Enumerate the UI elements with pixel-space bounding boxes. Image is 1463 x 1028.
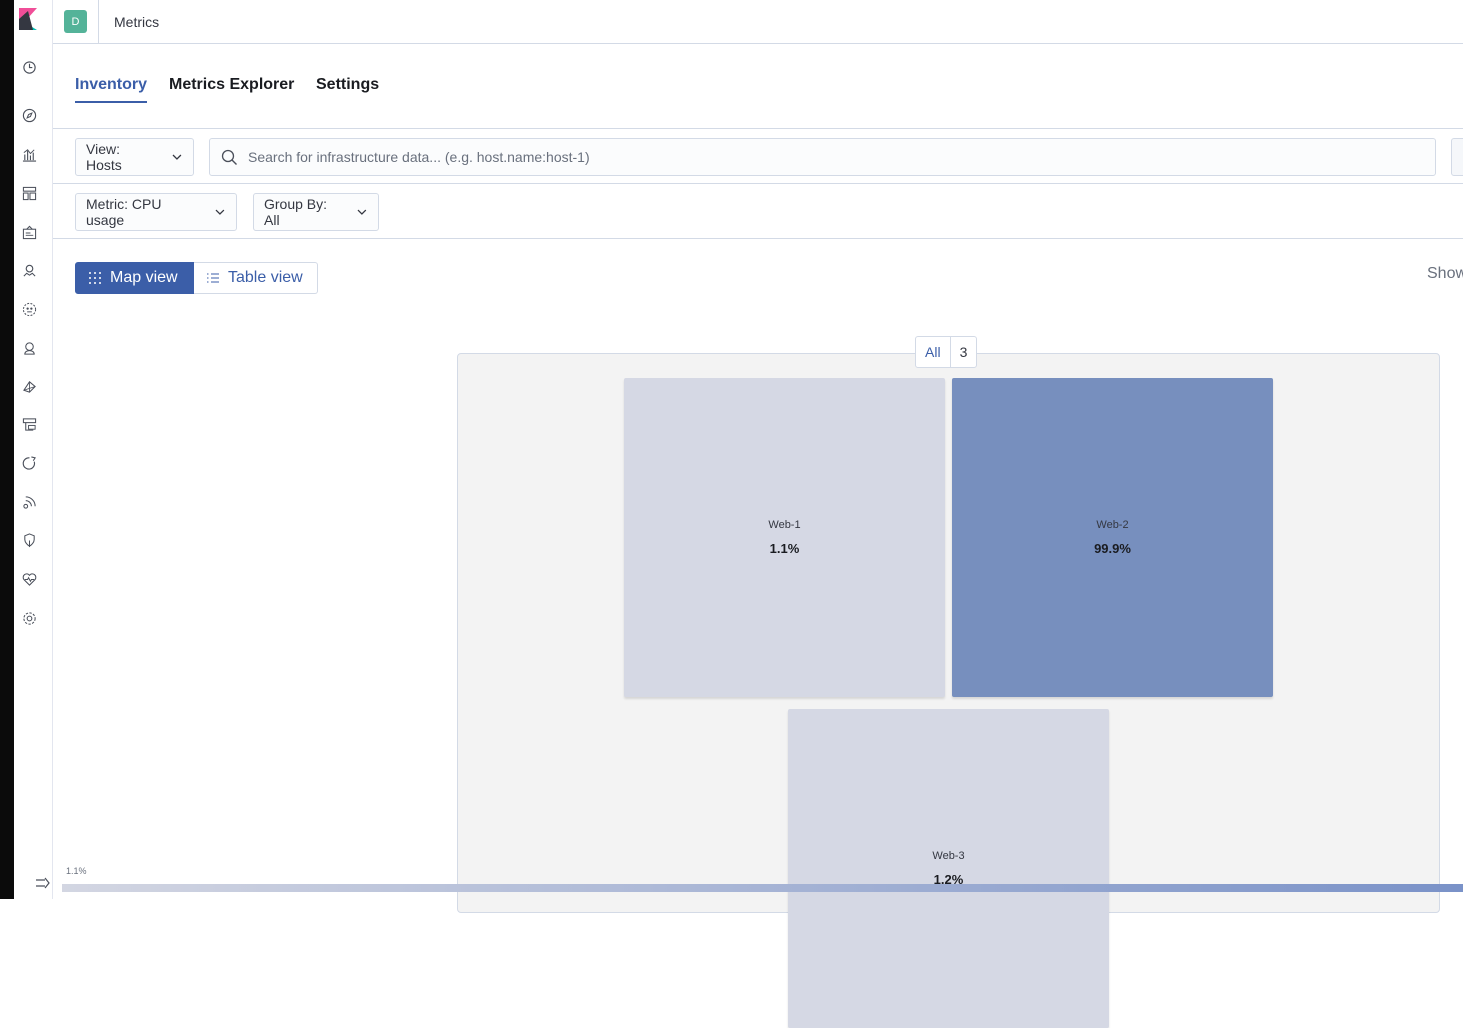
view-toggle: Map view Table view [75,262,318,294]
chevron-down-icon [215,209,225,215]
view-dropdown-label: View: Hosts [86,141,122,173]
group-count: 3 [959,344,968,360]
metric-dropdown[interactable]: Metric: CPU usage [75,193,237,231]
filter-toolbar: Metric: CPU usage Group By: All [53,184,1463,239]
apm-icon[interactable] [21,455,37,471]
breadcrumb[interactable]: Metrics [114,14,159,30]
tab-inventory[interactable]: Inventory [75,76,148,103]
node-name: Web-1 [768,519,801,531]
collapse-nav-icon[interactable] [35,876,51,890]
group-badge[interactable]: All 3 [915,336,978,368]
ml-icon[interactable] [21,301,37,317]
graph-icon[interactable] [21,340,37,356]
chevron-down-icon [172,154,182,160]
visualize-icon[interactable] [21,146,37,162]
management-icon[interactable] [21,610,37,626]
app-header: D Metrics [53,0,1463,44]
table-view-label: Table view [228,269,303,286]
view-dropdown[interactable]: View: Hosts [75,138,194,176]
clock-icon[interactable] [21,59,37,75]
node-value: 99.9% [1094,541,1131,556]
legend-min-label: 1.1% [66,866,87,876]
chevron-down-icon [357,209,367,215]
window-edge [0,0,14,899]
legend-gradient [62,884,1463,892]
siem-icon[interactable] [21,532,37,548]
metric-dropdown-label: Metric: CPU usage [86,196,162,228]
host-node-web-3[interactable]: Web-3 1.2% [788,709,1109,1028]
search-icon [221,149,237,165]
uptime-icon[interactable] [21,494,37,510]
list-icon [207,273,219,283]
app-tabs: Inventory Metrics Explorer Settings [53,44,1463,129]
maps-icon[interactable] [21,262,37,278]
node-name: Web-3 [932,850,965,862]
space-avatar[interactable]: D [64,10,87,33]
table-view-button[interactable]: Table view [194,262,318,294]
groupby-dropdown-label: Group By: All [264,196,328,228]
group-label: All [916,337,951,367]
search-bar[interactable] [209,138,1436,176]
search-input[interactable] [248,149,1348,165]
kibana-logo[interactable] [19,8,37,30]
search-toolbar: View: Hosts [53,129,1463,184]
tab-metrics-explorer[interactable]: Metrics Explorer [169,76,294,94]
map-view-button[interactable]: Map view [75,262,194,294]
groupby-dropdown[interactable]: Group By: All [253,193,379,231]
metrics-icon[interactable] [17,374,41,398]
node-name: Web-2 [1096,519,1129,531]
side-nav [14,0,53,899]
host-node-web-2[interactable]: Web-2 99.9% [952,378,1273,697]
node-value: 1.1% [769,541,800,556]
compass-icon[interactable] [21,107,37,123]
map-view-label: Map view [110,269,178,286]
grid-icon [89,272,101,284]
monitoring-icon[interactable] [21,571,37,587]
dashboard-icon[interactable] [21,185,37,201]
show-label[interactable]: Show [1427,265,1463,283]
tab-settings[interactable]: Settings [316,76,379,94]
date-picker-button[interactable] [1451,138,1463,176]
logs-icon[interactable] [21,416,37,432]
header-divider [98,0,99,44]
canvas-icon[interactable] [21,224,37,240]
host-node-web-1[interactable]: Web-1 1.1% [624,378,945,697]
